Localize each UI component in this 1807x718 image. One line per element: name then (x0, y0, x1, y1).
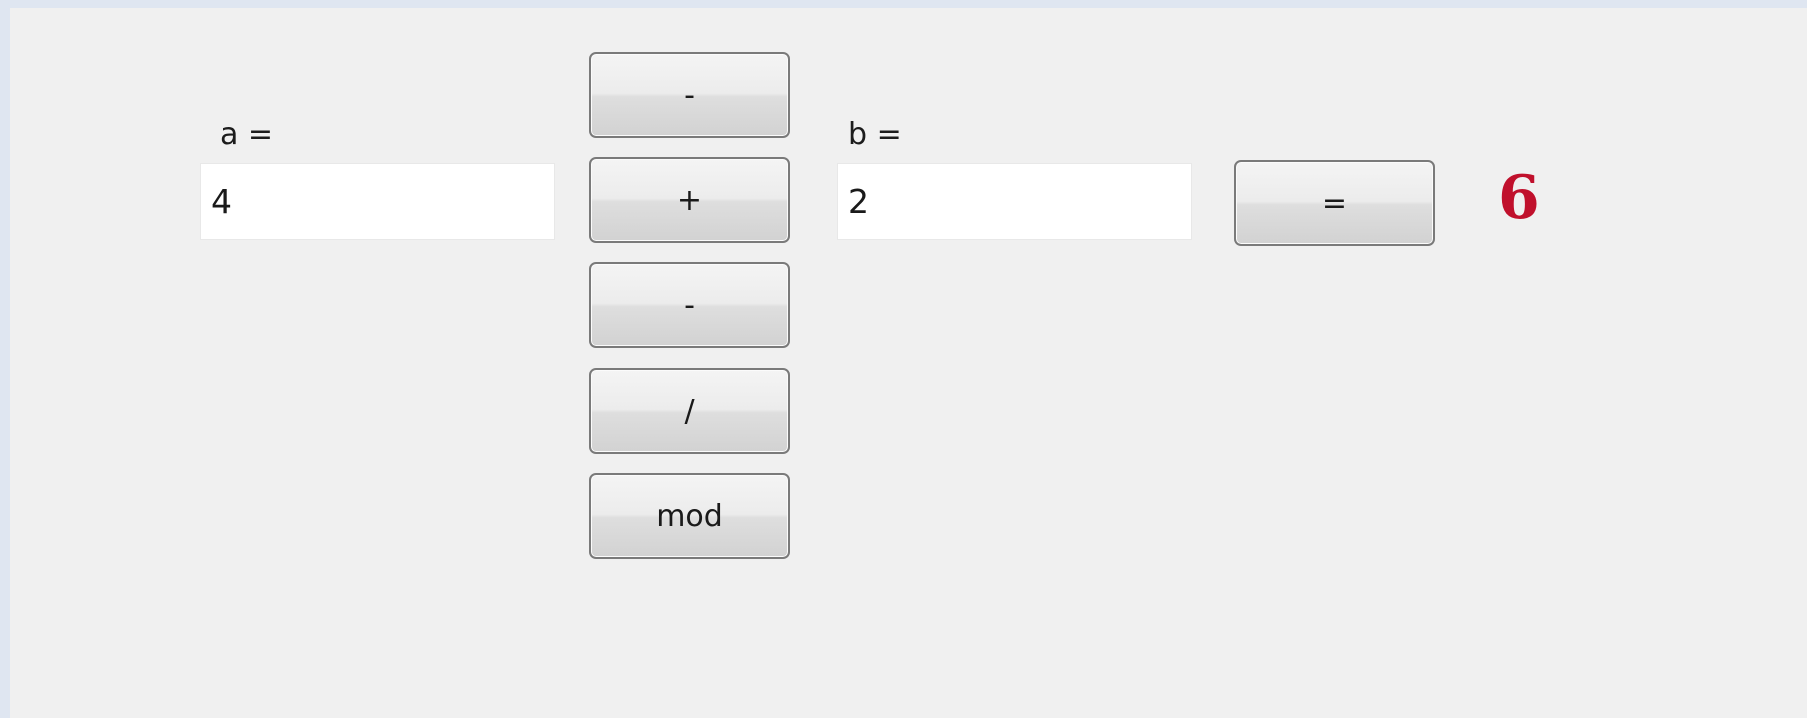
divide-button[interactable]: / (589, 368, 790, 454)
minus-button[interactable]: - (589, 262, 790, 348)
equals-button[interactable]: = (1234, 160, 1435, 246)
label-b: b = (848, 117, 902, 152)
mod-button[interactable]: mod (589, 473, 790, 559)
result-value: 6 (1498, 163, 1540, 233)
calculator-window: a = 4 - + - / mod b = 2 = 6 (10, 8, 1807, 718)
minus-button-top[interactable]: - (589, 52, 790, 138)
input-a[interactable]: 4 (200, 163, 555, 240)
input-b[interactable]: 2 (837, 163, 1192, 240)
label-a: a = (220, 117, 274, 152)
plus-button[interactable]: + (589, 157, 790, 243)
